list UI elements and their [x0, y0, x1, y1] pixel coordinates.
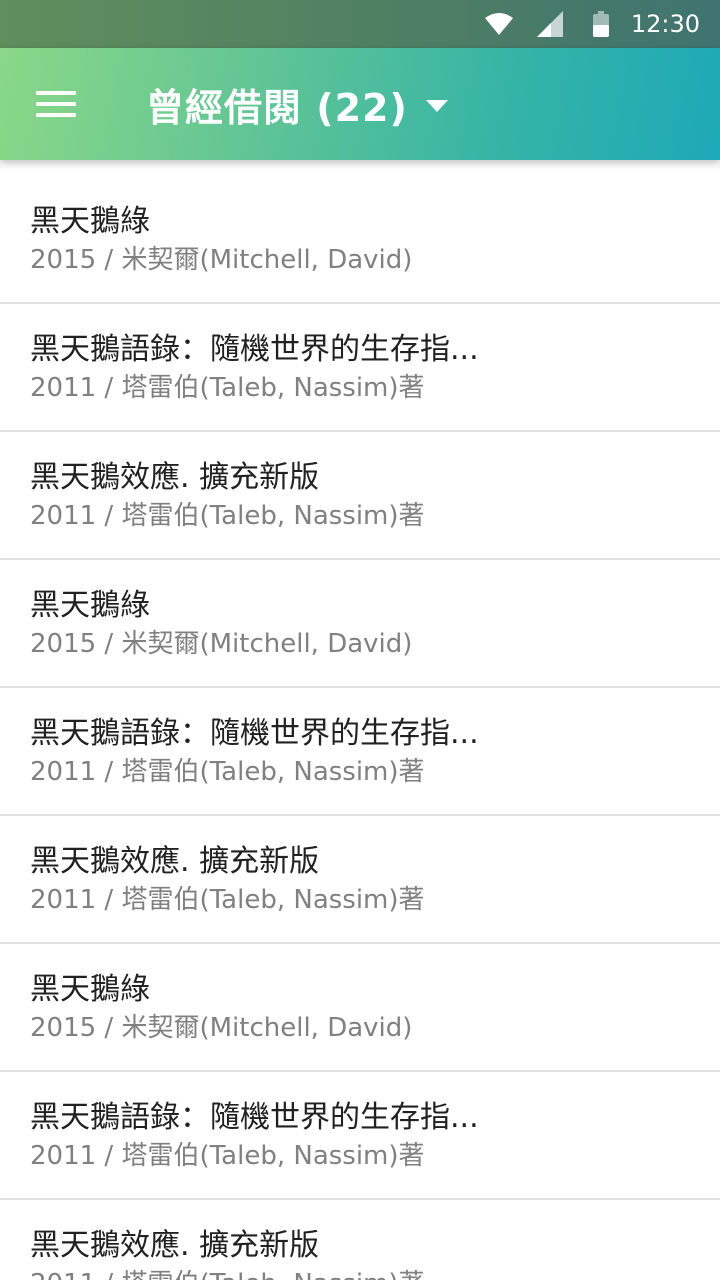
battery-icon	[592, 11, 609, 37]
book-title: 黑天鵝語錄：隨機世界的生存指...	[30, 1100, 479, 1135]
list-item[interactable]: 黑天鵝綠 2015 / 米契爾(Mitchell, David)	[0, 176, 720, 304]
book-year-author: 2015 / 米契爾(Mitchell, David)	[30, 1013, 413, 1043]
list-item[interactable]: 黑天鵝效應. 擴充新版 2011 / 塔雷伯(Taleb, Nassim)著	[0, 1200, 720, 1280]
wifi-icon	[484, 13, 513, 35]
book-year-author: 2011 / 塔雷伯(Taleb, Nassim)著	[30, 501, 425, 531]
page-title: 曾經借閱 (22)	[146, 85, 408, 130]
list-item[interactable]: 黑天鵝效應. 擴充新版 2011 / 塔雷伯(Taleb, Nassim)著	[0, 432, 720, 560]
book-title: 黑天鵝效應. 擴充新版	[30, 844, 320, 879]
book-year-author: 2015 / 米契爾(Mitchell, David)	[30, 245, 413, 275]
borrow-history-list: 黑天鵝綠 2015 / 米契爾(Mitchell, David) 黑天鵝語錄：隨機世…	[0, 176, 720, 1280]
list-item[interactable]: 黑天鵝語錄：隨機世界的生存指... 2011 / 塔雷伯(Taleb, Nassi…	[0, 1072, 720, 1200]
book-year-author: 2011 / 塔雷伯(Taleb, Nassim)著	[30, 1266, 720, 1280]
title-dropdown[interactable]: 曾經借閱 (22)	[146, 76, 448, 132]
book-title: 黑天鵝語錄：隨機世界的生存指...	[30, 332, 479, 367]
app-bar: 曾經借閱 (22)	[0, 48, 720, 160]
hamburger-menu-icon	[36, 91, 76, 117]
book-title: 黑天鵝效應. 擴充新版	[30, 460, 320, 495]
list-item[interactable]: 黑天鵝語錄：隨機世界的生存指... 2011 / 塔雷伯(Taleb, Nassi…	[0, 688, 720, 816]
book-title: 黑天鵝綠	[30, 972, 150, 1007]
list-item[interactable]: 黑天鵝效應. 擴充新版 2011 / 塔雷伯(Taleb, Nassim)著	[0, 816, 720, 944]
book-title: 黑天鵝語錄：隨機世界的生存指...	[30, 716, 479, 751]
book-year-author: 2015 / 米契爾(Mitchell, David)	[30, 629, 413, 659]
list-item[interactable]: 黑天鵝綠 2015 / 米契爾(Mitchell, David)	[0, 560, 720, 688]
book-year-author: 2011 / 塔雷伯(Taleb, Nassim)著	[30, 757, 425, 787]
status-bar: 12:30	[0, 0, 720, 48]
dropdown-arrow-icon	[425, 97, 448, 116]
menu-button[interactable]	[24, 76, 88, 132]
book-year-author: 2011 / 塔雷伯(Taleb, Nassim)著	[30, 373, 425, 403]
cell-signal-icon	[536, 11, 563, 37]
book-title: 黑天鵝綠	[30, 204, 150, 239]
book-year-author: 2011 / 塔雷伯(Taleb, Nassim)著	[30, 1141, 425, 1171]
list-item[interactable]: 黑天鵝語錄：隨機世界的生存指... 2011 / 塔雷伯(Taleb, Nassi…	[0, 304, 720, 432]
status-icons: 12:30	[484, 0, 700, 48]
book-title: 黑天鵝綠	[30, 588, 150, 623]
book-year-author: 2011 / 塔雷伯(Taleb, Nassim)著	[30, 885, 425, 915]
book-title: 黑天鵝效應. 擴充新版	[30, 1228, 320, 1263]
status-time: 12:30	[630, 10, 700, 38]
list-item[interactable]: 黑天鵝綠 2015 / 米契爾(Mitchell, David)	[0, 944, 720, 1072]
